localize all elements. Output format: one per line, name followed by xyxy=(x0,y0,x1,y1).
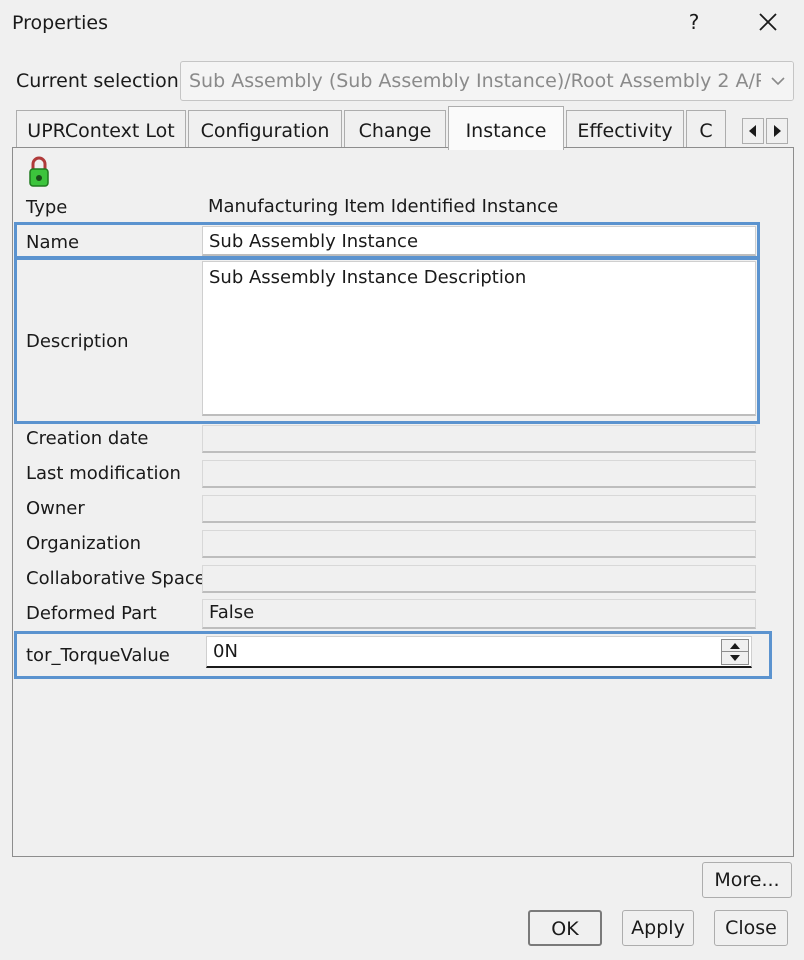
close-window-icon[interactable] xyxy=(756,8,780,36)
collaborative-space-field xyxy=(202,565,756,593)
owner-field xyxy=(202,495,756,523)
torque-value[interactable]: 0N xyxy=(213,641,238,662)
last-modification-field xyxy=(202,460,756,488)
tab-scroll-left-icon[interactable] xyxy=(742,118,764,144)
stepper-up-icon[interactable] xyxy=(722,640,748,652)
creation-date-field xyxy=(202,425,756,453)
name-label: Name xyxy=(26,232,80,253)
type-value: Manufacturing Item Identified Instance xyxy=(202,194,756,222)
apply-button[interactable]: Apply xyxy=(622,910,694,946)
ok-button[interactable]: OK xyxy=(528,910,602,946)
help-button[interactable]: ? xyxy=(684,10,704,34)
name-field[interactable]: Sub Assembly Instance xyxy=(202,226,756,256)
owner-label: Owner xyxy=(26,498,85,519)
tab-configuration[interactable]: Configuration xyxy=(188,110,342,148)
tab-uprcontext-lot[interactable]: UPRContext Lot xyxy=(16,110,186,148)
more-button[interactable]: More... xyxy=(702,862,792,898)
current-selection-label: Current selection : xyxy=(16,70,192,92)
torque-stepper-arrows[interactable] xyxy=(721,639,749,665)
torque-label: tor_TorqueValue xyxy=(26,645,170,666)
collaborative-space-label: Collaborative Space xyxy=(26,568,206,589)
description-field[interactable]: Sub Assembly Instance Description xyxy=(202,261,756,416)
close-button[interactable]: Close xyxy=(714,910,788,946)
current-selection-combo[interactable]: Sub Assembly (Sub Assembly Instance)/Roo… xyxy=(180,61,794,101)
description-label: Description xyxy=(26,331,129,352)
window-title: Properties xyxy=(12,12,109,34)
tab-instance[interactable]: Instance xyxy=(448,106,564,150)
type-label: Type xyxy=(26,197,68,218)
torque-stepper[interactable]: 0N xyxy=(206,636,752,668)
current-selection-value: Sub Assembly (Sub Assembly Instance)/Roo… xyxy=(189,70,761,92)
last-modification-label: Last modification xyxy=(26,463,181,484)
chevron-down-icon[interactable] xyxy=(763,62,793,100)
tab-effectivity[interactable]: Effectivity xyxy=(566,110,684,148)
tab-change[interactable]: Change xyxy=(344,110,446,148)
stepper-down-icon[interactable] xyxy=(722,652,748,664)
creation-date-label: Creation date xyxy=(26,428,149,449)
deformed-part-label: Deformed Part xyxy=(26,603,157,624)
deformed-part-field: False xyxy=(202,599,756,629)
organization-label: Organization xyxy=(26,533,142,554)
lock-status-icon xyxy=(26,154,52,190)
tab-c[interactable]: C xyxy=(686,110,726,148)
organization-field xyxy=(202,530,756,558)
tab-scroll-right-icon[interactable] xyxy=(766,118,788,144)
